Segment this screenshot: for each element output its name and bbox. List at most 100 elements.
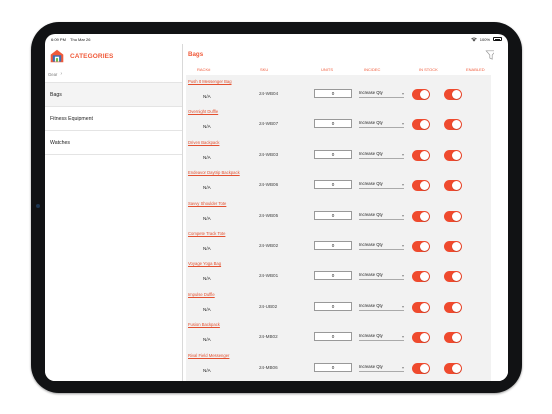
category-item-watches[interactable]: Watches	[45, 131, 182, 155]
rack-value: N/A	[203, 154, 211, 160]
product-table: Push It Messenger Bag N/A 24-WB04 0 Increase…	[186, 75, 491, 381]
in-stock-toggle[interactable]	[412, 89, 430, 100]
table-row: Driven Backpack N/A 24-WB03 0 Increase Qty ▾	[186, 136, 491, 166]
incdec-label: Increase Qty	[359, 120, 383, 126]
in-stock-toggle[interactable]	[412, 180, 430, 192]
in-stock-toggle[interactable]	[412, 301, 430, 313]
enabled-toggle[interactable]	[444, 362, 462, 374]
units-input[interactable]: 0	[314, 301, 352, 311]
rack-value: N/A	[203, 245, 211, 251]
incdec-select[interactable]: Increase Qty ▾	[359, 242, 404, 250]
chevron-down-icon: ▾	[401, 242, 404, 248]
in-stock-toggle[interactable]	[412, 210, 430, 222]
in-stock-toggle[interactable]	[412, 119, 430, 131]
incdec-select[interactable]: Increase Qty ▾	[359, 181, 404, 190]
status-time: 6:09 PM	[51, 36, 66, 42]
sidebar-header: CATEGORIES	[45, 44, 182, 68]
chevron-down-icon: ▾	[401, 212, 404, 218]
incdec-select[interactable]: Increase Qty ▾	[359, 333, 404, 342]
product-name-link[interactable]: Compete Track Tote	[188, 231, 225, 236]
column-sku: SKU	[260, 67, 269, 72]
product-name-link[interactable]: Rival Field Messenger	[188, 353, 229, 358]
sku-value: 24-MB02	[259, 334, 278, 340]
sidebar: CATEGORIES Gear › Bags Fitness Equipment…	[45, 44, 183, 381]
table-row: Voyage Yoga Bag N/A 24-WB01 0 Increase Qty ▾	[186, 257, 491, 287]
chevron-down-icon: ▾	[401, 121, 404, 127]
sku-value: 24-WB07	[259, 121, 279, 127]
chevron-down-icon: ▾	[401, 273, 404, 279]
chevron-down-icon: ▾	[401, 303, 404, 309]
battery-percent: 100%	[479, 36, 490, 42]
category-item-fitness-equipment[interactable]: Fitness Equipment	[45, 107, 182, 131]
units-input[interactable]: 0	[314, 210, 352, 220]
main-header: Bags	[183, 44, 508, 65]
category-label: Fitness Equipment	[50, 115, 93, 122]
units-input[interactable]: 0	[314, 332, 352, 342]
enabled-toggle[interactable]	[444, 180, 462, 192]
product-name-link[interactable]: Endeavor Daytrip Backpack	[188, 170, 240, 175]
incdec-select[interactable]: Increase Qty ▾	[359, 364, 404, 372]
category-list: Bags Fitness Equipment Watches	[45, 82, 182, 155]
in-stock-toggle[interactable]	[412, 271, 430, 283]
chevron-down-icon: ▾	[401, 182, 404, 188]
enabled-toggle[interactable]	[444, 240, 462, 252]
units-input[interactable]: 0	[314, 362, 352, 372]
battery-icon	[493, 37, 502, 41]
units-input[interactable]: 0	[314, 271, 352, 281]
in-stock-toggle[interactable]	[412, 362, 430, 374]
table-row: Compete Track Tote N/A 24-WB02 0 Increase Qt…	[186, 227, 491, 257]
product-name-link[interactable]: Impulse Duffle	[188, 292, 215, 297]
incdec-select[interactable]: Increase Qty ▾	[359, 120, 404, 129]
incdec-select[interactable]: Increase Qty ▾	[359, 90, 404, 98]
enabled-toggle[interactable]	[444, 301, 462, 313]
in-stock-toggle[interactable]	[412, 332, 430, 344]
sku-value: 24-WB01	[259, 273, 279, 279]
breadcrumb-label[interactable]: Gear	[48, 72, 57, 77]
chevron-down-icon: ▾	[401, 151, 404, 157]
units-input[interactable]: 0	[314, 89, 352, 98]
breadcrumb[interactable]: Gear ›	[45, 68, 182, 80]
enabled-toggle[interactable]	[444, 210, 462, 222]
product-name-link[interactable]: Driven Backpack	[188, 140, 219, 145]
units-input[interactable]: 0	[314, 119, 352, 129]
enabled-toggle[interactable]	[444, 332, 462, 344]
product-name-link[interactable]: Savvy Shoulder Tote	[188, 201, 226, 206]
enabled-toggle[interactable]	[444, 149, 462, 161]
status-date: Thu Mar 26	[70, 36, 91, 42]
incdec-label: Increase Qty	[359, 90, 383, 95]
front-camera	[36, 204, 40, 208]
incdec-select[interactable]: Increase Qty ▾	[359, 151, 404, 159]
page-title: Bags	[188, 51, 204, 58]
in-stock-toggle[interactable]	[412, 240, 430, 252]
product-name-link[interactable]: Voyage Yoga Bag	[188, 261, 221, 266]
units-input[interactable]: 0	[314, 149, 352, 159]
incdec-label: Increase Qty	[359, 150, 383, 156]
incdec-label: Increase Qty	[359, 363, 383, 369]
incdec-select[interactable]: Increase Qty ▾	[359, 212, 404, 220]
status-bar: 6:09 PM Thu Mar 26 100%	[45, 34, 508, 44]
column-rack: RACK#	[197, 67, 211, 72]
product-name-link[interactable]: Overnight Duffle	[188, 109, 218, 114]
category-item-bags[interactable]: Bags	[45, 83, 182, 107]
in-stock-toggle[interactable]	[412, 149, 430, 161]
sku-value: 24-MB06	[259, 364, 278, 370]
incdec-select[interactable]: Increase Qty ▾	[359, 272, 404, 281]
product-name-link[interactable]: Push It Messenger Bag	[188, 79, 232, 84]
sku-value: 24-WB02	[259, 242, 279, 248]
chevron-down-icon: ▾	[401, 91, 404, 96]
chevron-down-icon: ▾	[401, 334, 404, 340]
incdec-label: Increase Qty	[359, 333, 383, 339]
enabled-toggle[interactable]	[444, 271, 462, 283]
column-incdec: INC/DEC	[364, 67, 381, 72]
units-input[interactable]: 0	[314, 180, 352, 190]
chevron-down-icon: ▾	[401, 364, 404, 370]
units-input[interactable]: 0	[314, 240, 352, 250]
table-header: RACK# SKU UNITS INC/DEC IN STOCK ENABLED	[183, 65, 508, 74]
incdec-label: Increase Qty	[359, 211, 383, 217]
product-name-link[interactable]: Fusion Backpack	[188, 322, 220, 327]
enabled-toggle[interactable]	[444, 89, 462, 100]
rack-value: N/A	[203, 185, 211, 191]
enabled-toggle[interactable]	[444, 119, 462, 131]
incdec-label: Increase Qty	[359, 272, 383, 278]
incdec-select[interactable]: Increase Qty ▾	[359, 303, 404, 311]
